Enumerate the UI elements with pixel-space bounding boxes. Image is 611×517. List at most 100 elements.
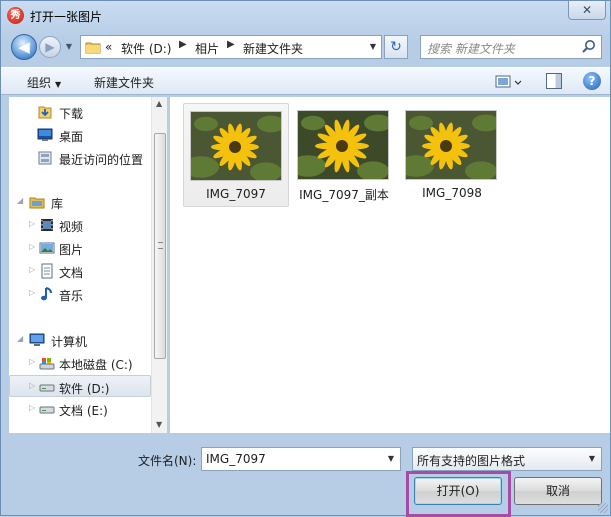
nav-item-documents[interactable]: ▷ 文档	[9, 260, 151, 282]
nav-item-label: 文档	[59, 266, 84, 280]
breadcrumb-drive-d[interactable]: 软件 (D:)	[121, 40, 171, 57]
expander-icon[interactable]: ▷	[29, 265, 35, 274]
chevron-down-icon[interactable]: ▼	[585, 448, 599, 470]
expander-icon[interactable]: ▷	[29, 357, 35, 366]
expander-icon[interactable]: ▷	[29, 288, 35, 297]
scroll-down-icon[interactable]: ▼	[156, 420, 162, 429]
desktop-icon	[37, 127, 53, 143]
file-name: IMG_7097	[206, 187, 266, 201]
nav-item-label: 文档 (E:)	[59, 404, 108, 418]
nav-item-label: 图片	[59, 243, 84, 257]
file-name: IMG_7098	[422, 186, 482, 200]
expanded-arrow-icon[interactable]: ◢	[17, 196, 23, 205]
title-bar[interactable]: 秀 打开一张图片 ✕	[1, 1, 610, 31]
music-icon	[39, 286, 55, 302]
nav-item-label: 下载	[59, 107, 84, 121]
recent-places-icon	[37, 150, 53, 166]
nav-item-pictures[interactable]: ▷ 图片	[9, 237, 151, 259]
expander-icon[interactable]: ▷	[29, 381, 35, 390]
computer-icon	[29, 332, 45, 348]
address-bar[interactable]: « 软件 (D:) ▶ 相片 ▶ 新建文件夹 ▼	[80, 35, 382, 59]
filename-value: IMG_7097	[206, 452, 266, 466]
expander-icon[interactable]: ▷	[29, 403, 35, 412]
nav-item-videos[interactable]: ▷ 视频	[9, 214, 151, 236]
nav-item-music[interactable]: ▷ 音乐	[9, 283, 151, 305]
image-thumbnail	[405, 110, 497, 180]
search-input[interactable]: 搜索 新建文件夹	[420, 35, 602, 59]
image-thumbnail	[190, 111, 282, 181]
open-button-highlight-box	[406, 471, 511, 517]
back-button[interactable]: ◀	[11, 34, 37, 60]
filename-label: 文件名(N):	[138, 454, 197, 468]
breadcrumb-photos[interactable]: 相片	[195, 40, 219, 57]
refresh-button[interactable]: ↻	[384, 35, 408, 59]
nav-pane-scrollbar[interactable]: ▲ ▼	[151, 97, 167, 433]
file-item[interactable]: IMG_7097	[183, 103, 289, 207]
file-item[interactable]: IMG_7097_副本	[291, 103, 397, 207]
filetype-select[interactable]: 所有支持的图片格式 ▼	[412, 447, 602, 471]
folder-icon	[85, 39, 101, 55]
forward-button[interactable]: ▶	[39, 36, 61, 58]
open-file-dialog: 秀 打开一张图片 ✕ ◀ ▶ ▼ « 软件 (D:) ▶ 相片 ▶ 新建文件夹 …	[0, 0, 611, 517]
file-item[interactable]: IMG_7098	[399, 103, 505, 207]
file-list: IMG_7097 IMG_7097_副本 IMG_7098	[170, 97, 610, 433]
change-view-button[interactable]	[494, 73, 524, 91]
image-thumbnail	[297, 110, 389, 180]
chevron-down-icon: ▼	[55, 80, 62, 89]
recent-pages-dropdown[interactable]: ▼	[63, 41, 75, 53]
nav-item-label: 本地磁盘 (C:)	[59, 358, 133, 372]
nav-item-label: 音乐	[59, 289, 84, 303]
nav-item-label: 库	[51, 197, 64, 211]
nav-item-label: 最近访问的位置	[59, 153, 144, 167]
address-dropdown-icon[interactable]: ▼	[365, 36, 381, 58]
organize-button[interactable]: 组织 ▼	[27, 74, 61, 91]
expander-icon[interactable]: ▷	[29, 242, 35, 251]
documents-icon	[39, 263, 55, 279]
new-folder-button[interactable]: 新建文件夹	[94, 74, 154, 91]
chevron-down-icon[interactable]: ▼	[384, 448, 398, 470]
navigation-bar: ◀ ▶ ▼ « 软件 (D:) ▶ 相片 ▶ 新建文件夹 ▼ ↻ 搜索 新建文件…	[1, 32, 610, 62]
resize-grip-icon[interactable]	[598, 503, 608, 513]
app-logo-icon: 秀	[7, 7, 24, 24]
download-folder-icon	[37, 104, 53, 120]
scroll-up-icon[interactable]: ▲	[156, 99, 162, 108]
nav-item-drive-e[interactable]: ▷ 文档 (E:)	[9, 398, 151, 420]
nav-item-label: 视频	[59, 220, 84, 234]
help-icon[interactable]: ?	[583, 72, 601, 90]
scrollbar-grip-icon	[158, 242, 163, 249]
breadcrumb-separator[interactable]: ▶	[179, 39, 187, 50]
nav-item-downloads[interactable]: 下载	[9, 101, 151, 123]
nav-item-drive-c[interactable]: ▷ 本地磁盘 (C:)	[9, 352, 151, 374]
breadcrumb-overflow[interactable]: «	[105, 40, 112, 54]
filename-input[interactable]: IMG_7097 ▼	[201, 447, 401, 471]
nav-item-recent-places[interactable]: 最近访问的位置	[9, 147, 151, 169]
flower-thumbnail-image	[191, 112, 281, 180]
search-icon[interactable]	[581, 39, 597, 55]
scrollbar-thumb[interactable]	[154, 133, 166, 359]
breadcrumb-separator[interactable]: ▶	[227, 39, 235, 50]
command-toolbar: 组织 ▼ 新建文件夹 ?	[1, 67, 610, 95]
nav-item-label: 计算机	[51, 335, 88, 349]
system-drive-icon	[39, 355, 55, 371]
organize-label: 组织	[27, 76, 52, 90]
expanded-arrow-icon[interactable]: ◢	[17, 334, 23, 343]
breadcrumb-new-folder[interactable]: 新建文件夹	[243, 40, 303, 57]
videos-icon	[39, 217, 55, 233]
dialog-title: 打开一张图片	[30, 10, 103, 24]
nav-item-drive-d[interactable]: ▷ 软件 (D:)	[9, 375, 151, 397]
nav-item-desktop[interactable]: 桌面	[9, 124, 151, 146]
search-placeholder: 搜索 新建文件夹	[427, 42, 515, 56]
preview-pane-icon[interactable]	[546, 73, 562, 89]
close-button[interactable]: ✕	[568, 1, 606, 20]
nav-item-libraries[interactable]: ◢ 库	[9, 191, 151, 213]
drive-icon	[39, 379, 55, 395]
nav-item-label: 桌面	[59, 130, 84, 144]
flower-thumbnail-image	[298, 111, 388, 179]
cancel-button[interactable]: 取消	[514, 477, 602, 505]
expander-icon[interactable]: ▷	[29, 219, 35, 228]
pictures-icon	[39, 240, 55, 256]
nav-item-computer[interactable]: ◢ 计算机	[9, 329, 151, 351]
filetype-value: 所有支持的图片格式	[417, 454, 526, 468]
file-name: IMG_7097_副本	[299, 188, 389, 202]
nav-item-label: 软件 (D:)	[59, 382, 110, 396]
